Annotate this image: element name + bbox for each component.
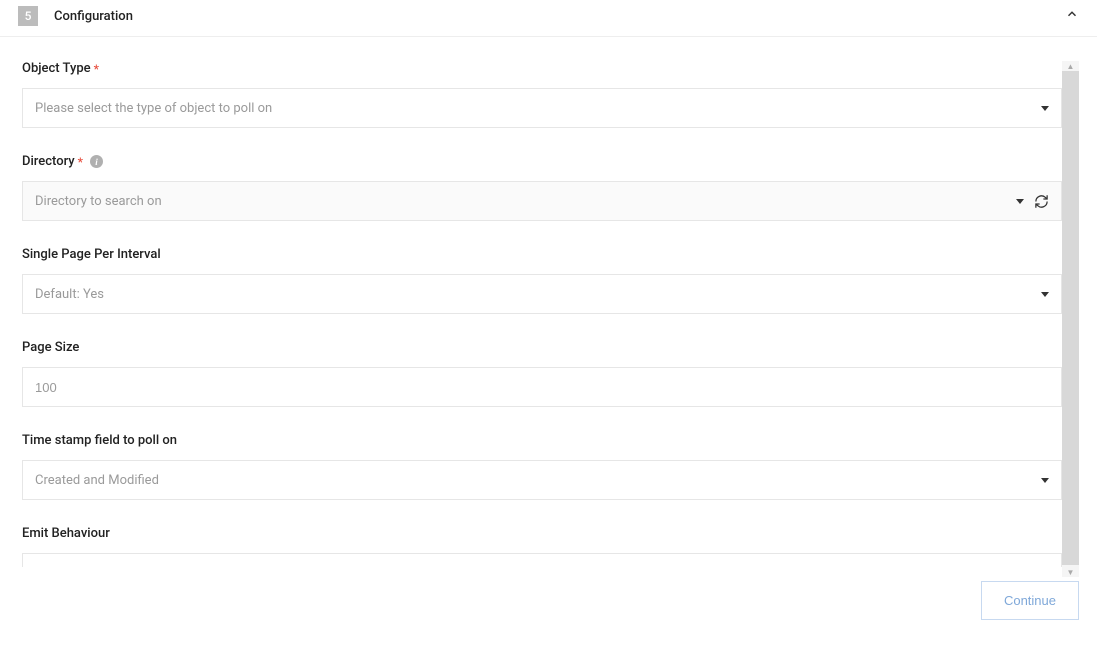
object-type-placeholder: Please select the type of object to poll… [35,101,1041,116]
label-text: Page Size [22,340,79,355]
required-asterisk: * [78,156,83,168]
scroll-down-arrow-icon[interactable]: ▼ [1062,567,1079,577]
emit-label: Emit Behaviour [22,526,1062,541]
continue-button[interactable]: Continue [981,581,1079,620]
footer: Continue [0,567,1097,620]
scrollbar-track[interactable]: ▲ ▼ [1062,61,1079,577]
required-asterisk: * [94,63,99,75]
single-page-label: Single Page Per Interval [22,247,1062,262]
info-icon[interactable]: i [90,155,103,168]
label-text: Time stamp field to poll on [22,433,177,448]
label-text: Directory [22,154,75,169]
label-text: Single Page Per Interval [22,247,161,262]
timestamp-value: Created and Modified [35,473,1041,488]
single-page-select[interactable]: Default: Yes [22,274,1062,314]
field-object-type: Object Type* Please select the type of o… [22,61,1062,128]
field-directory: Directory* i Directory to search on [22,154,1062,221]
directory-label: Directory* i [22,154,1062,169]
single-page-value: Default: Yes [35,287,1041,302]
timestamp-label: Time stamp field to poll on [22,433,1062,448]
caret-down-icon [1041,478,1049,483]
object-type-select[interactable]: Please select the type of object to poll… [22,88,1062,128]
field-single-page: Single Page Per Interval Default: Yes [22,247,1062,314]
directory-select[interactable]: Directory to search on [22,181,1062,221]
chevron-up-icon[interactable] [1065,7,1079,25]
page-size-input-wrapper [22,367,1062,407]
scrollbar-thumb[interactable] [1062,71,1079,565]
emit-value: Default Emit Individually [35,566,1041,568]
caret-down-icon [1041,292,1049,297]
emit-select[interactable]: Default Emit Individually [22,553,1062,567]
caret-down-icon [1016,199,1024,204]
scroll-up-arrow-icon[interactable]: ▲ [1062,61,1079,71]
page-size-input[interactable] [35,368,1049,406]
directory-placeholder: Directory to search on [35,194,1016,209]
label-text: Emit Behaviour [22,526,110,541]
caret-down-icon [1041,106,1049,111]
section-title: Configuration [54,9,133,24]
object-type-label: Object Type* [22,61,1062,76]
refresh-icon[interactable] [1034,194,1049,209]
label-text: Object Type [22,61,91,76]
field-page-size: Page Size [22,340,1062,407]
field-timestamp: Time stamp field to poll on Created and … [22,433,1062,500]
timestamp-select[interactable]: Created and Modified [22,460,1062,500]
page-size-label: Page Size [22,340,1062,355]
step-number-badge: 5 [18,6,38,26]
section-header[interactable]: 5 Configuration [0,0,1097,37]
field-emit-behaviour: Emit Behaviour Default Emit Individually [22,526,1062,567]
